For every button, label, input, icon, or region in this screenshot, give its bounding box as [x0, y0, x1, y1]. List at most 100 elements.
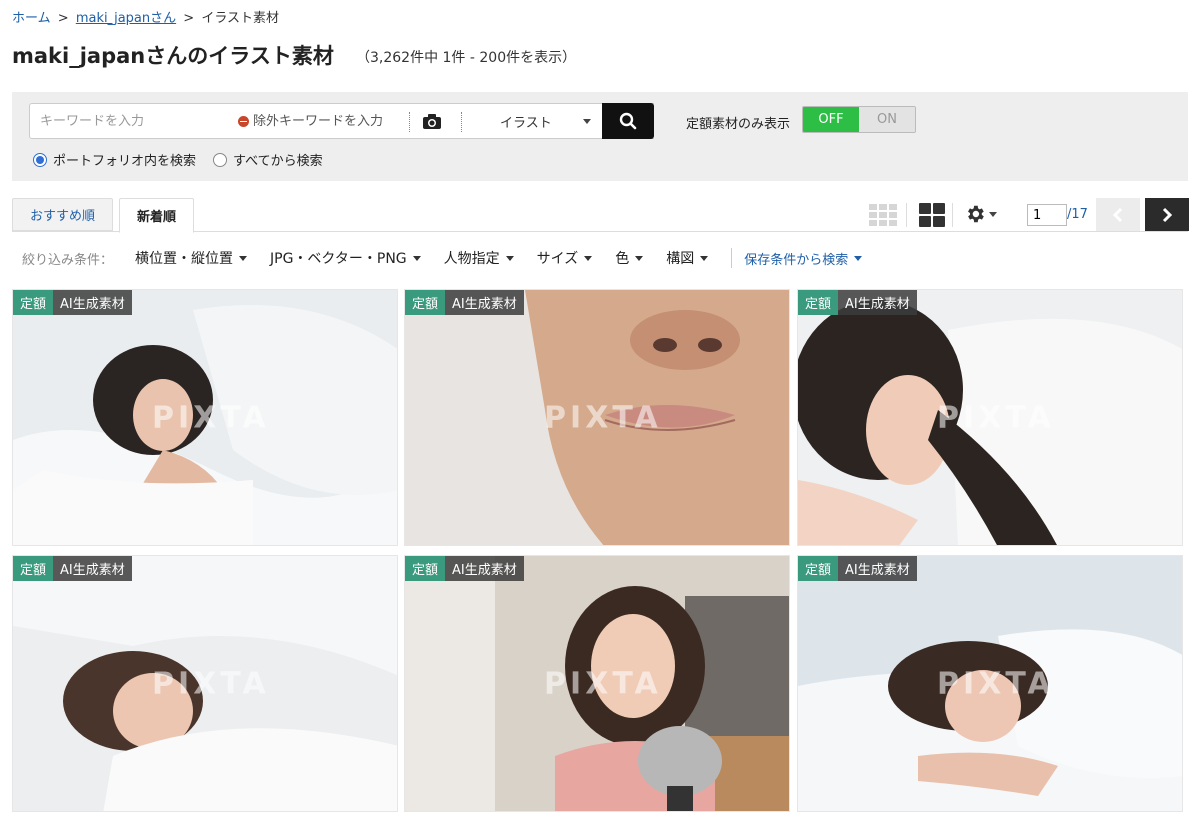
caret-down-icon: [412, 255, 421, 261]
filter-format-label: JPG・ベクター・PNG: [270, 251, 407, 267]
filter-people[interactable]: 人物指定: [444, 248, 514, 268]
fixed-badge: 定額: [13, 556, 54, 581]
search-scope: ポートフォリオ内を検索 すべてから検索: [33, 150, 340, 169]
caret-down-icon: [989, 211, 997, 217]
image-card[interactable]: 定額 AI生成素材 PIXTA: [404, 289, 790, 546]
badge-group: 定額 AI生成素材: [13, 290, 132, 315]
settings-menu[interactable]: [964, 203, 997, 225]
caret-down-icon: [239, 255, 248, 261]
scope-portfolio-label: ポートフォリオ内を検索: [53, 154, 197, 169]
scope-portfolio-option[interactable]: ポートフォリオ内を検索: [33, 150, 196, 169]
watermark: PIXTA: [152, 666, 270, 701]
badge-group: 定額 AI生成素材: [405, 290, 524, 315]
chevron-left-icon: [1112, 207, 1123, 222]
filter-people-label: 人物指定: [443, 251, 500, 267]
exclude-keyword-field[interactable]: [238, 104, 413, 138]
image-card[interactable]: 定額 AI生成素材 PIXTA: [797, 289, 1183, 546]
caret-down-icon: [583, 119, 591, 124]
scope-all-option[interactable]: すべてから検索: [213, 150, 323, 169]
badge-group: 定額 AI生成素材: [798, 290, 917, 315]
breadcrumb-separator: >: [57, 11, 69, 26]
filter-composition[interactable]: 構図: [666, 248, 709, 268]
breadcrumb-home-link[interactable]: ホーム: [12, 11, 51, 26]
page-total: /17: [1067, 207, 1088, 222]
prev-page-button[interactable]: [1096, 198, 1140, 231]
fixed-only-toggle[interactable]: OFF ON: [802, 106, 916, 133]
filter-orientation[interactable]: 横位置・縦位置: [135, 248, 248, 268]
caret-down-icon: [635, 255, 644, 261]
filter-orientation-label: 横位置・縦位置: [135, 251, 234, 267]
filter-format[interactable]: JPG・ベクター・PNG: [270, 248, 421, 268]
search-button[interactable]: [602, 103, 654, 139]
divider: [731, 248, 733, 268]
divider: [461, 112, 462, 132]
caret-down-icon: [700, 255, 709, 261]
radio-checked[interactable]: [33, 152, 47, 167]
fixed-badge: 定額: [405, 290, 446, 315]
caret-down-icon: [854, 255, 863, 261]
search-panel: イラスト 定額素材のみ表示 OFF ON ポートフォリオ内を検索 すべてから検索: [12, 92, 1188, 181]
toggle-on-option[interactable]: ON: [859, 107, 915, 132]
page-title: maki_japanさんのイラスト素材: [12, 44, 334, 68]
breadcrumb-separator: >: [183, 11, 195, 26]
badge-group: 定額 AI生成素材: [798, 556, 917, 581]
chevron-right-icon: [1162, 207, 1173, 222]
material-type-select[interactable]: イラスト: [478, 104, 603, 138]
fixed-badge: 定額: [798, 556, 839, 581]
gear-icon: [968, 205, 984, 223]
watermark: PIXTA: [937, 666, 1055, 701]
grid-large-view-icon[interactable]: [919, 203, 945, 231]
image-card[interactable]: 定額 AI生成素材 PIXTA: [404, 555, 790, 812]
badge-group: 定額 AI生成素材: [405, 556, 524, 581]
watermark: PIXTA: [152, 400, 270, 435]
divider: [906, 203, 907, 227]
radio-unchecked[interactable]: [213, 152, 228, 167]
filter-color-label: 色: [615, 251, 630, 267]
filter-size[interactable]: サイズ: [537, 248, 593, 268]
divider: [952, 203, 953, 227]
fixed-badge: 定額: [13, 290, 54, 315]
filter-size-label: サイズ: [536, 251, 579, 267]
keyword-input[interactable]: [40, 104, 230, 138]
scope-all-label: すべてから検索: [233, 154, 323, 169]
filter-composition-label: 構図: [666, 251, 695, 267]
exclude-keyword-input[interactable]: [253, 113, 413, 129]
sort-tabs: おすすめ順 新着順: [12, 198, 200, 233]
saved-search-label: 保存条件から検索: [744, 252, 849, 268]
search-icon: [619, 112, 637, 130]
page-number-input[interactable]: [1027, 204, 1067, 226]
fixed-badge: 定額: [798, 290, 839, 315]
watermark: PIXTA: [544, 666, 662, 701]
fixed-badge: 定額: [405, 556, 446, 581]
material-type-value: イラスト: [500, 115, 552, 131]
watermark: PIXTA: [937, 400, 1055, 435]
tab-recommended[interactable]: おすすめ順: [12, 198, 114, 231]
ai-badge: AI生成素材: [445, 556, 524, 581]
breadcrumb-user-link[interactable]: maki_japanさん: [76, 11, 176, 26]
image-card[interactable]: 定額 AI生成素材 PIXTA: [12, 555, 398, 812]
fixed-only-label: 定額素材のみ表示: [686, 117, 791, 132]
minus-circle-icon: [238, 115, 249, 127]
ai-badge: AI生成素材: [838, 290, 917, 315]
divider: [409, 112, 410, 132]
grid-small-view-icon[interactable]: [869, 204, 897, 230]
toggle-off-option[interactable]: OFF: [803, 107, 859, 132]
image-card[interactable]: 定額 AI生成素材 PIXTA: [12, 289, 398, 546]
caret-down-icon: [505, 255, 514, 261]
next-page-button[interactable]: [1145, 198, 1189, 231]
result-count: （3,262件中 1件 - 200件を表示）: [356, 50, 577, 66]
image-card[interactable]: 定額 AI生成素材 PIXTA: [797, 555, 1183, 812]
badge-group: 定額 AI生成素材: [13, 556, 132, 581]
ai-badge: AI生成素材: [445, 290, 524, 315]
breadcrumb-current: イラスト素材: [201, 11, 280, 26]
camera-icon[interactable]: [422, 113, 442, 134]
search-box: イラスト: [29, 103, 654, 139]
saved-search-dropdown[interactable]: 保存条件から検索: [744, 249, 863, 268]
filter-bar: 絞り込み条件： 横位置・縦位置 JPG・ベクター・PNG 人物指定 サイズ 色 …: [22, 248, 863, 268]
ai-badge: AI生成素材: [53, 556, 132, 581]
watermark: PIXTA: [544, 400, 662, 435]
filter-color[interactable]: 色: [615, 248, 644, 268]
ai-badge: AI生成素材: [838, 556, 917, 581]
ai-badge: AI生成素材: [53, 290, 132, 315]
tab-newest[interactable]: 新着順: [119, 198, 195, 233]
